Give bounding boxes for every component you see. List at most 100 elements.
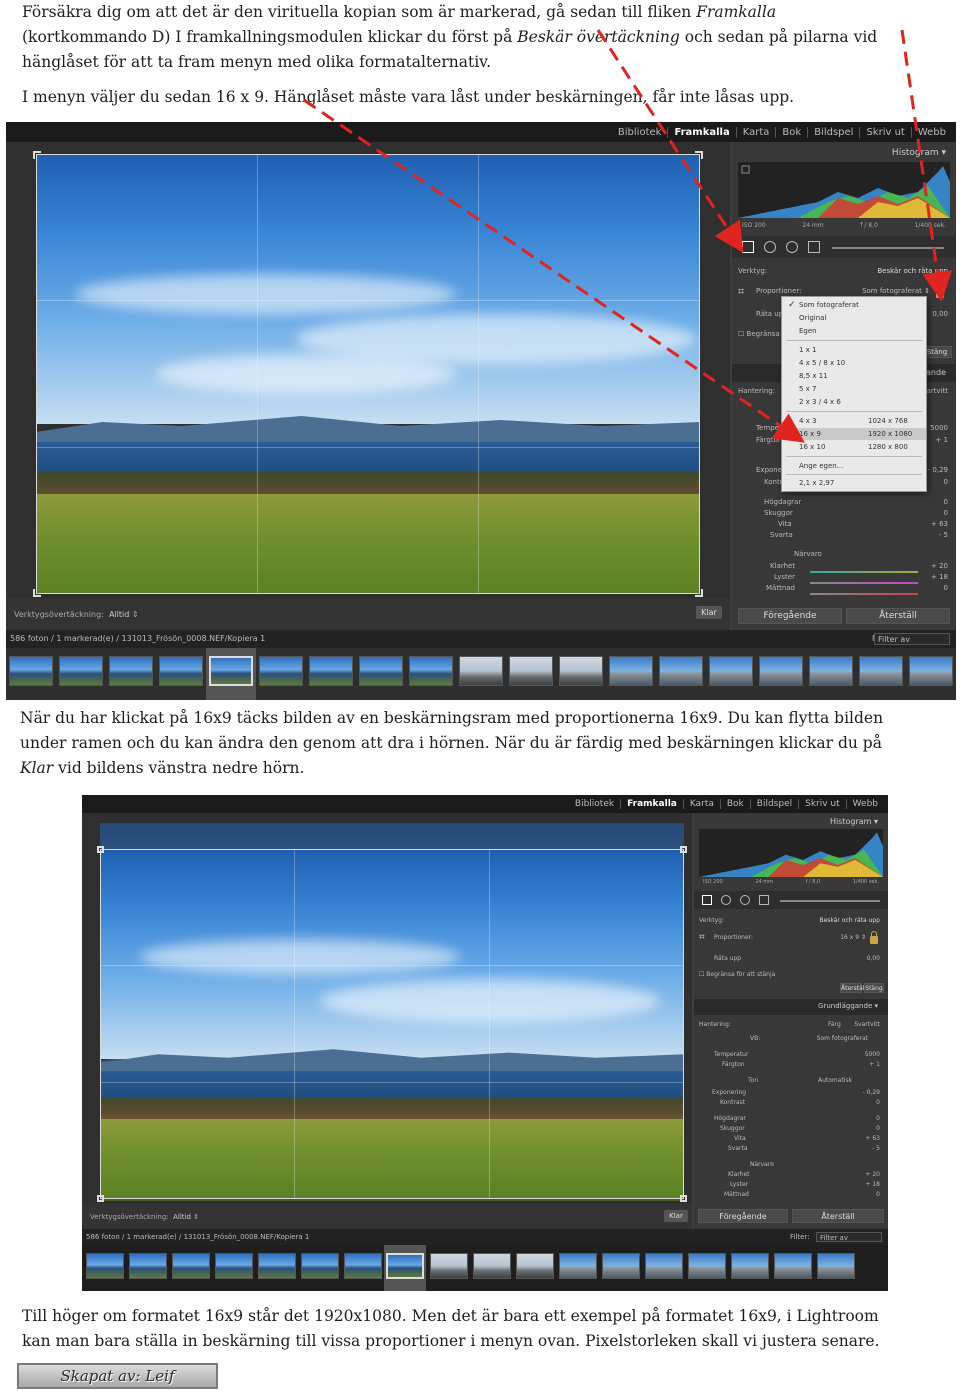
thumbnail-selected[interactable]: [386, 1253, 424, 1279]
crop-overlay-icon[interactable]: [702, 895, 712, 905]
module-bildspel[interactable]: Bildspel: [807, 126, 859, 138]
thumbnail[interactable]: [859, 656, 903, 686]
crop-handle-top-right[interactable]: [695, 151, 703, 159]
thumbnail[interactable]: [602, 1253, 640, 1279]
red-eye-icon[interactable]: [786, 241, 798, 253]
thumbnail[interactable]: [309, 656, 353, 686]
thumbnail[interactable]: [215, 1253, 253, 1279]
proportions-select-2[interactable]: 16 x 9 ⇕: [840, 934, 866, 941]
red-eye-icon[interactable]: [740, 895, 750, 905]
thumbnail[interactable]: [259, 656, 303, 686]
module-karta[interactable]: Karta: [682, 799, 720, 809]
thumbnail[interactable]: [59, 656, 103, 686]
dropdown-item-5x7[interactable]: 5 x 7: [782, 383, 926, 395]
module-framkalla[interactable]: Framkalla: [667, 126, 735, 138]
previous-button[interactable]: Föregående: [738, 608, 842, 624]
crop-handle-top-left[interactable]: [33, 151, 41, 159]
reset-crop-button[interactable]: Återställ: [840, 983, 866, 993]
thumbnail[interactable]: [109, 656, 153, 686]
proportions-select[interactable]: Som fotograferat ⇕: [862, 287, 930, 295]
module-webb[interactable]: Webb: [845, 799, 884, 809]
module-framkalla[interactable]: Framkalla: [620, 799, 683, 809]
section-basic-title-2[interactable]: Grundläggande ▾: [818, 1002, 878, 1010]
spot-removal-icon[interactable]: [721, 895, 731, 905]
dropdown-item-as-shot[interactable]: ✓ Som fotograferat: [782, 299, 926, 311]
thumbnail[interactable]: [659, 656, 703, 686]
crop-handle-top-right[interactable]: [680, 846, 687, 853]
thumbnail[interactable]: [258, 1253, 296, 1279]
thumbnail[interactable]: [609, 656, 653, 686]
crop-frame-16x9[interactable]: [100, 849, 684, 1199]
dropdown-item-4x3[interactable]: 4 x 3 1024 x 768: [782, 415, 926, 427]
overlay-select[interactable]: Alltid: [109, 610, 129, 619]
thumbnail[interactable]: [759, 656, 803, 686]
filter-select[interactable]: Filter av: [874, 633, 950, 645]
crop-handle-bottom-right[interactable]: [680, 1195, 687, 1202]
histogram-title[interactable]: Histogram ▾: [892, 148, 946, 158]
thumbnail[interactable]: [817, 1253, 855, 1279]
crop-handle-bottom-left[interactable]: [97, 1195, 104, 1202]
dropdown-item-original[interactable]: Original: [782, 312, 926, 324]
overlay-select-2[interactable]: Alltid: [173, 1213, 191, 1221]
thumbnail[interactable]: [516, 1253, 554, 1279]
graduated-filter-icon[interactable]: [808, 241, 820, 253]
dropdown-item-8-5x11[interactable]: 8,5 x 11: [782, 370, 926, 382]
brush-slider-2[interactable]: [780, 900, 880, 902]
crop-overlay-icon[interactable]: [742, 241, 754, 253]
dropdown-item-enter-custom[interactable]: Ange egen...: [782, 460, 926, 472]
close-button-2[interactable]: Stäng: [864, 983, 884, 993]
thumbnail[interactable]: [409, 656, 453, 686]
module-bok[interactable]: Bok: [775, 126, 807, 138]
reset-button-2[interactable]: Återställ: [792, 1209, 884, 1223]
histogram-title-2[interactable]: Histogram ▾: [830, 817, 878, 826]
thumbnail[interactable]: [9, 656, 53, 686]
thumbnail[interactable]: [909, 656, 953, 686]
thumbnail[interactable]: [459, 656, 503, 686]
graduated-filter-icon[interactable]: [759, 895, 769, 905]
module-skriv-ut[interactable]: Skriv ut: [859, 126, 910, 138]
done-button[interactable]: Klar: [696, 606, 722, 619]
thumbnail[interactable]: [301, 1253, 339, 1279]
dropdown-item-4x5[interactable]: 4 x 5 / 8 x 10: [782, 357, 926, 369]
thumbnail[interactable]: [559, 1253, 597, 1279]
dropdown-item-1x1[interactable]: 1 x 1: [782, 344, 926, 356]
thumbnail-selected[interactable]: [209, 656, 253, 686]
crop-handle-top-left[interactable]: [97, 846, 104, 853]
spot-removal-icon[interactable]: [764, 241, 776, 253]
done-button-2[interactable]: Klar: [664, 1210, 688, 1222]
dropdown-item-2-1x2-97[interactable]: 2,1 x 2,97: [782, 477, 926, 489]
crop-icon-2[interactable]: ⌗: [699, 932, 705, 943]
crop-icon[interactable]: ⌗: [738, 285, 744, 299]
lock-icon[interactable]: [936, 285, 944, 298]
thumbnail[interactable]: [159, 656, 203, 686]
dropdown-item-2x3[interactable]: 2 x 3 / 4 x 6: [782, 396, 926, 408]
lock-icon-2[interactable]: [870, 931, 878, 944]
thumbnail[interactable]: [774, 1253, 812, 1279]
crop-frame[interactable]: [36, 154, 700, 594]
crop-handle-bottom-left[interactable]: [33, 589, 41, 597]
thumbnail[interactable]: [473, 1253, 511, 1279]
thumbnail[interactable]: [344, 1253, 382, 1279]
thumbnail[interactable]: [709, 656, 753, 686]
dropdown-item-custom[interactable]: Egen: [782, 325, 926, 337]
thumbnail[interactable]: [688, 1253, 726, 1279]
dropdown-item-16x10[interactable]: 16 x 10 1280 x 800: [782, 441, 926, 453]
thumbnail[interactable]: [359, 656, 403, 686]
module-skriv-ut[interactable]: Skriv ut: [798, 799, 846, 809]
module-bibliotek[interactable]: Bibliotek: [612, 127, 668, 138]
module-bildspel[interactable]: Bildspel: [749, 799, 798, 809]
dropdown-item-16x9[interactable]: 16 x 9 1920 x 1080: [782, 428, 926, 440]
brush-slider[interactable]: [832, 247, 944, 249]
thumbnail[interactable]: [559, 656, 603, 686]
thumbnail[interactable]: [129, 1253, 167, 1279]
thumbnail[interactable]: [645, 1253, 683, 1279]
crop-handle-bottom-right[interactable]: [695, 589, 703, 597]
thumbnail[interactable]: [509, 656, 553, 686]
module-webb[interactable]: Webb: [910, 126, 952, 138]
thumbnail[interactable]: [731, 1253, 769, 1279]
thumbnail[interactable]: [86, 1253, 124, 1279]
module-bibliotek[interactable]: Bibliotek: [569, 799, 620, 809]
module-karta[interactable]: Karta: [735, 126, 776, 138]
thumbnail[interactable]: [430, 1253, 468, 1279]
previous-button-2[interactable]: Föregående: [698, 1209, 788, 1223]
